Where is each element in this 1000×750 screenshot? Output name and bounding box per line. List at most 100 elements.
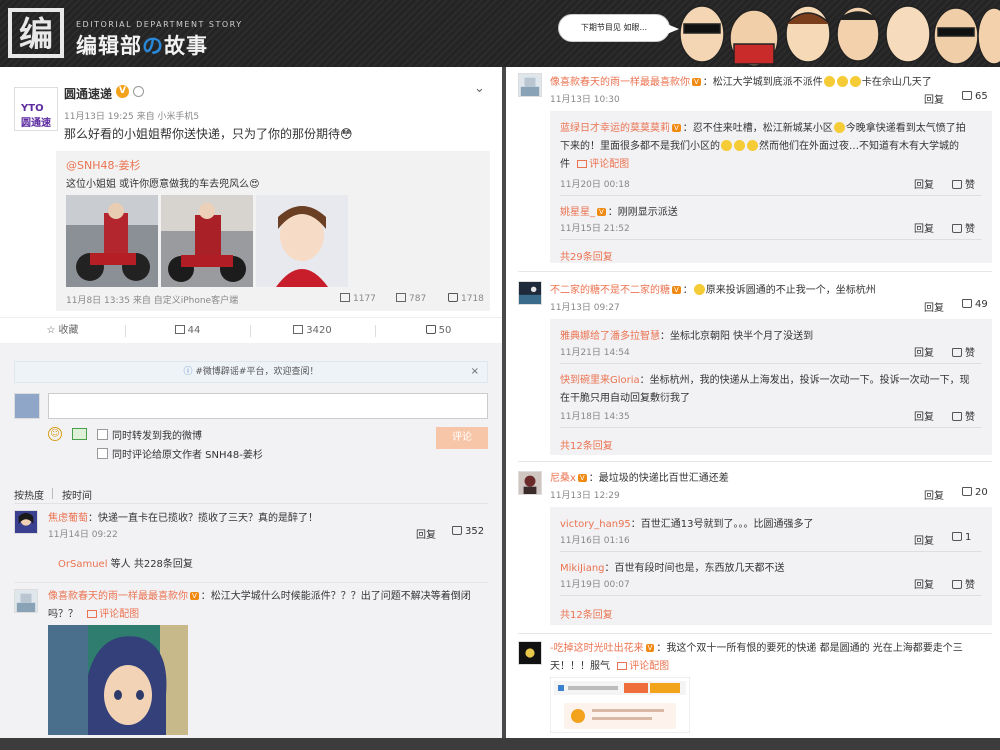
sort-by-time-tab[interactable]: 按时间 [62,487,92,502]
sub-reply-username[interactable]: victory_han95 [560,519,631,530]
repost-button[interactable]: 44 [125,318,250,344]
repost-like-count[interactable]: 1718 [448,293,484,304]
reply-button[interactable]: 回复 [924,299,944,314]
reply-button[interactable]: 回复 [924,487,944,502]
comment-image-label: 评论配图 [589,159,630,170]
sub-reply-like-button[interactable]: 1 [952,532,971,543]
comment-button[interactable]: 3420 [250,318,375,350]
comment-avatar[interactable] [14,510,38,534]
comment-username[interactable]: -吃掉这时光吐出花来 [550,643,644,654]
comment-username[interactable]: 焦虑葡萄 [48,513,88,524]
sub-reply-like-button[interactable]: 赞 [952,576,975,591]
comment-text: 最垃圾的快递比百世汇通还差 [598,473,729,484]
comment-line: 吗？？ 评论配图 [48,605,139,620]
more-replies-link[interactable]: 共29条回复 [560,248,613,263]
sub-reply-username[interactable]: 快到碗里来Gloria [560,375,640,386]
reply-button[interactable]: 回复 [914,344,934,359]
like-button[interactable]: 50 [375,318,502,344]
comment-colon: ： [588,473,599,484]
poster-avatar[interactable]: YTO 圆通速递 [14,87,58,131]
comment-avatar[interactable] [518,281,542,305]
reply-button[interactable]: 回复 [914,408,934,423]
comment-username[interactable]: 尼桑x [550,473,576,484]
like-label: 50 [438,325,452,336]
image-icon[interactable] [72,428,87,440]
sub-reply-like-button[interactable]: 赞 [952,344,975,359]
comment-avatar[interactable] [518,471,542,495]
comment-line: 像喜款春天的雨一样最最喜款你 V ：松江大学城什么时候能派件？？？出了问题不解决等着… [48,587,471,602]
repost-comment-count[interactable]: 787 [396,293,426,304]
comment-time: 11月13日 12:29 [550,491,620,501]
comment-line: -吃掉这时光吐出花来 V ：我这个双十一所有恨的要死的快递 都是圆通的 光在上海都要… [550,639,963,654]
rumor-notice[interactable]: ⓘ #微博辟谣#平台，欢迎查阅！ × [14,361,488,383]
reply-button[interactable]: 回复 [914,576,934,591]
comment-input[interactable] [48,393,488,419]
comment-username[interactable]: 像喜款春天的雨一样最最喜款你 [550,77,690,88]
more-replies-link[interactable]: 共12条回复 [560,606,613,621]
sub-reply-username[interactable]: 雅典娜给了潘多拉智慧 [560,331,660,342]
comment-colon: ： [604,563,615,574]
repost-photo-3[interactable] [256,195,348,287]
comment-icon [396,293,406,302]
comment-like-button[interactable]: 65 [962,91,988,102]
repost-comment-value: 787 [409,294,427,304]
comment-divider [14,582,488,583]
comment-like-button[interactable]: 352 [452,526,484,537]
comment-username[interactable]: 像喜款春天的雨一样最最喜款你 [48,591,188,602]
comment-image-link[interactable]: 评论配图 [617,661,669,672]
reply-button[interactable]: 回复 [924,91,944,106]
repost-to-my-weibo-checkbox[interactable] [97,429,108,440]
sort-by-hot-tab[interactable]: 按热度 [14,487,44,502]
chevron-down-icon[interactable]: ⌄ [474,81,485,96]
comment-attached-image[interactable] [48,625,188,735]
reply-button[interactable]: 回复 [416,526,436,541]
comment-avatar[interactable] [518,73,542,97]
like-icon [962,299,972,308]
comment-attached-image[interactable] [550,677,690,733]
comment-icon [293,325,304,334]
post-text: 那么好看的小姐姐帮你送快递，只为了你的那份期待😳 [64,127,353,141]
comment-avatar[interactable] [518,641,542,665]
sub-reply-username[interactable]: MikiJiang [560,563,605,574]
comment-image-link[interactable]: 评论配图 [87,609,139,620]
comment-time: 11月13日 10:30 [550,95,620,105]
post-action-bar: ☆ 收藏 44 3420 50 [0,317,502,350]
sub-reply-text: 百世有段时间也是，东西放几天都不送 [614,563,785,574]
reply-button[interactable]: 回复 [914,176,934,191]
repost-user-link[interactable]: @SNH48-姜杉 [66,157,140,173]
comment-like-button[interactable]: 49 [962,299,988,310]
close-icon[interactable]: × [471,362,479,382]
sub-reply-like-button[interactable]: 赞 [952,176,975,191]
repost-forward-count[interactable]: 1177 [340,293,376,304]
sub-reply-like-button[interactable]: 赞 [952,408,975,423]
sub-reply-username[interactable]: 姚星星_ [560,207,595,218]
more-replies-link[interactable]: OrSamuel 等人 共228条回复 [58,555,193,570]
comment-to-author-checkbox[interactable] [97,448,108,459]
like-icon [952,532,962,541]
emoji-icon[interactable]: ☺ [48,427,62,441]
emoji-icon [734,140,745,151]
sub-reply-line: 件 评论配图 [560,155,629,170]
comment-username[interactable]: 不二家的糖不是不二家的糖 [550,285,670,296]
submit-comment-button[interactable]: 评论 [436,427,488,449]
comment-avatar[interactable] [14,589,38,613]
right-comments-panel: 像喜款春天的雨一样最最喜款你 V ：松江大学城到底派不派件 卡在佘山几天了 11月13… [506,67,1000,738]
reply-button[interactable]: 回复 [914,220,934,235]
repost-photo-2[interactable] [161,195,253,287]
sub-reply-text-3: 件 [560,159,570,170]
reply-button[interactable]: 回复 [914,532,934,547]
comment-image-link[interactable]: 评论配图 [577,159,629,170]
comment-text: 松江大学城到底派不派件 [712,77,823,88]
poster-name[interactable]: 圆通速递 [64,85,112,102]
logo-cn-part-a: 编辑部 [76,34,142,58]
repost-photo-1[interactable] [66,195,158,287]
comment-time: 11月13日 09:27 [550,303,620,313]
medal-icon [133,86,144,97]
sub-reply-username[interactable]: 蓝绿日才幸运的莫莫莫莉 [560,123,670,134]
favorite-button[interactable]: ☆ 收藏 [0,318,125,344]
sub-reply-like-button[interactable]: 赞 [952,220,975,235]
comment-like-button[interactable]: 20 [962,487,988,498]
more-replies-link[interactable]: 共12条回复 [560,437,613,452]
logo-english: EDITORIAL DEPARTMENT STORY [76,20,243,29]
sub-reply-divider [560,427,982,428]
